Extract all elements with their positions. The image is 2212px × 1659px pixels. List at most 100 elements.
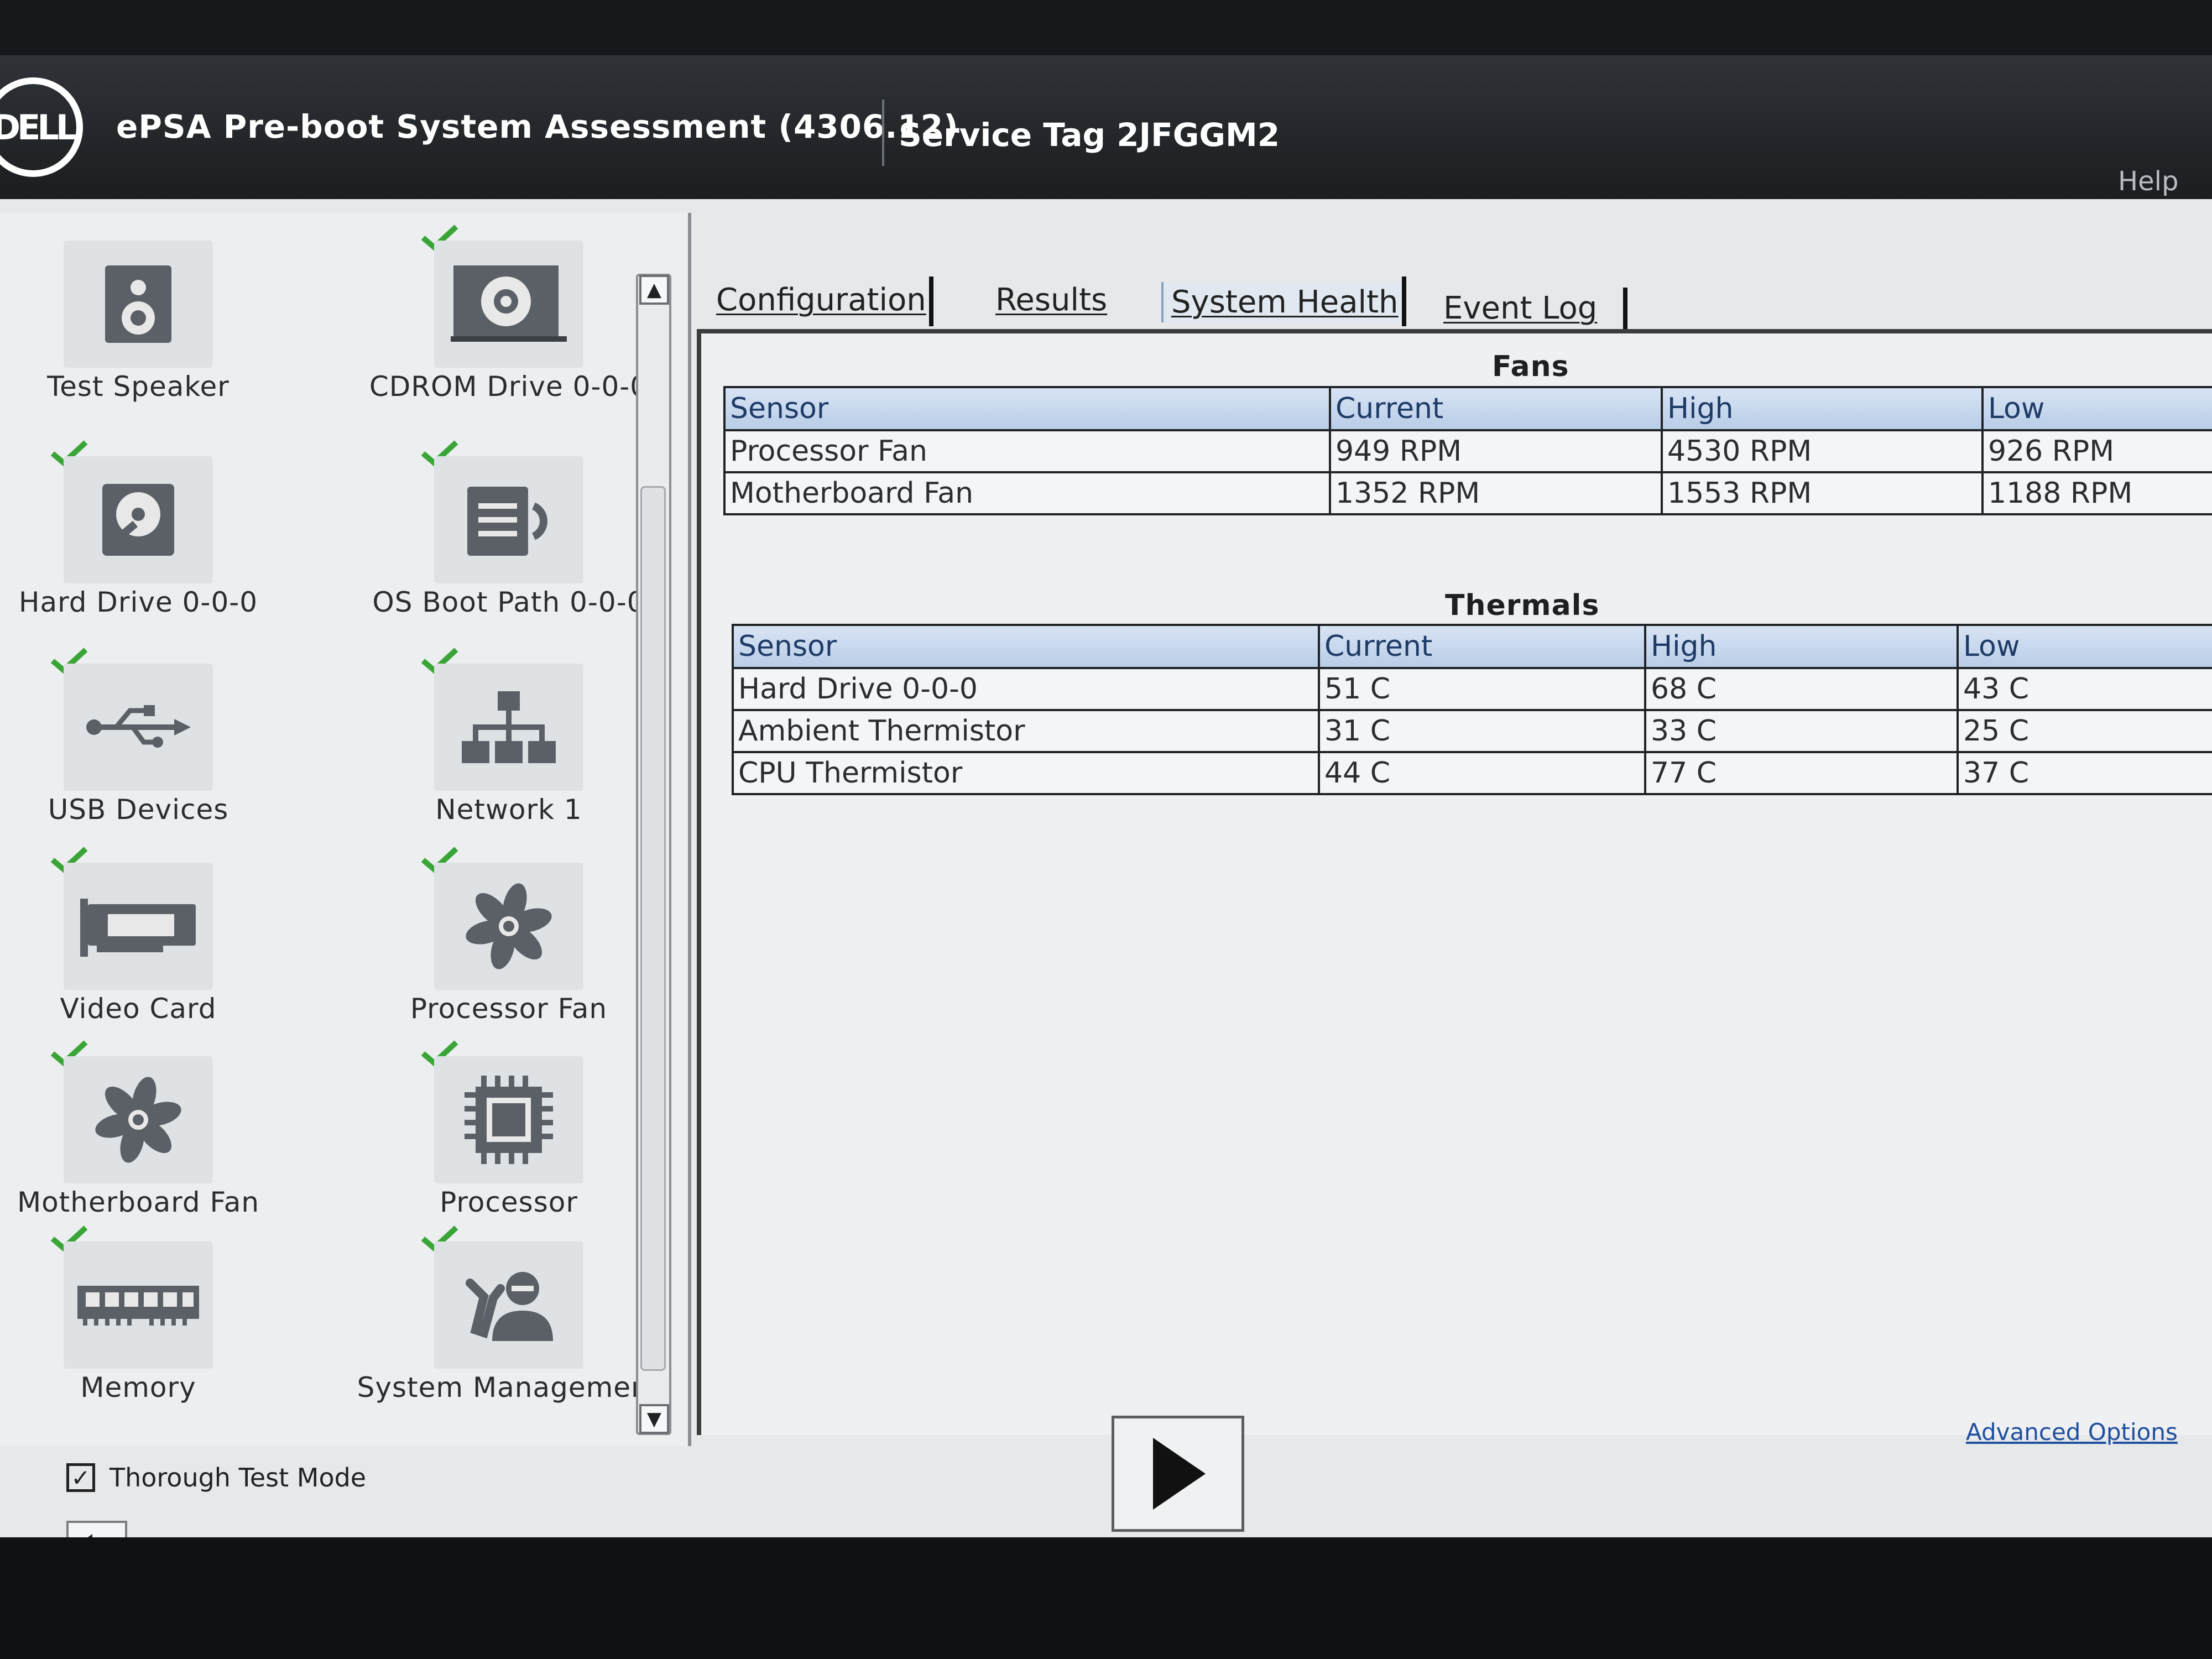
- table-row: Processor Fan 949 RPM 4530 RPM 926 RPM: [723, 429, 2212, 473]
- fans-table: Sensor Current High Low Processor Fan 94…: [723, 386, 2212, 515]
- device-test-speaker[interactable]: Test Speaker: [0, 224, 293, 406]
- device-hard-drive-0-0-0[interactable]: Hard Drive 0-0-0: [0, 440, 293, 622]
- memory-icon: [64, 1241, 213, 1369]
- app-header: DELL ePSA Pre-boot System Assessment (43…: [0, 55, 2212, 199]
- help-link[interactable]: Help: [2118, 166, 2178, 197]
- device-label: Video Card: [60, 993, 217, 1025]
- tab-results[interactable]: Results: [995, 282, 1107, 318]
- checkmark-icon: ✓: [71, 1464, 91, 1491]
- sensor-name: CPU Thermistor: [732, 751, 1320, 795]
- device-processor[interactable]: Processor: [354, 1040, 664, 1222]
- sensor-current: 1352 RPM: [1329, 471, 1663, 515]
- chevron-down-icon: ▼: [646, 1408, 662, 1430]
- chevron-up-icon: ▲: [646, 279, 662, 301]
- thermals-table: Sensor Current High Low Hard Drive 0-0-0…: [732, 624, 2212, 795]
- sensor-low: 25 C: [1957, 709, 2212, 753]
- device-cdrom-drive-0-0-0[interactable]: CDROM Drive 0-0-0: [354, 224, 664, 406]
- sensor-low: 926 RPM: [1981, 429, 2212, 473]
- fan-icon: [64, 1056, 213, 1183]
- tab-event-log[interactable]: Event Log: [1443, 290, 1597, 326]
- device-label: Hard Drive 0-0-0: [18, 586, 258, 618]
- fans-title: Fans: [1492, 350, 1569, 383]
- device-motherboard-fan[interactable]: Motherboard Fan: [0, 1040, 293, 1222]
- sensor-high: 4530 RPM: [1661, 429, 1984, 473]
- device-label: Motherboard Fan: [17, 1186, 260, 1218]
- thorough-test-mode[interactable]: ✓ Thorough Test Mode: [66, 1463, 366, 1493]
- speaker-icon: [64, 241, 213, 368]
- dell-logo: DELL: [0, 77, 83, 177]
- column-header: Sensor: [723, 386, 1331, 431]
- run-tests-button[interactable]: [1112, 1416, 1244, 1532]
- sensor-current: 51 C: [1318, 667, 1646, 711]
- tab-system-health[interactable]: System Health: [1161, 282, 1406, 322]
- column-header: High: [1644, 624, 1959, 669]
- arrow-left-icon: [87, 1534, 92, 1537]
- system-management-icon: [434, 1241, 583, 1369]
- table-row: CPU Thermistor 44 C 77 C 37 C: [732, 751, 2212, 795]
- scroll-up-button[interactable]: ▲: [639, 275, 669, 305]
- tab-separator: [1402, 276, 1406, 326]
- sensor-current: 44 C: [1318, 751, 1646, 795]
- hard-drive-icon: [64, 456, 213, 583]
- monitor-bezel: [0, 1537, 2212, 1659]
- device-label: CDROM Drive 0-0-0: [369, 371, 649, 403]
- sensor-current: 949 RPM: [1329, 429, 1663, 473]
- sensor-name: Hard Drive 0-0-0: [732, 667, 1320, 711]
- column-header: Low: [1957, 624, 2212, 669]
- fan-icon: [434, 863, 583, 990]
- scroll-down-button[interactable]: ▼: [639, 1404, 669, 1434]
- usb-icon: [64, 664, 213, 791]
- service-tag: Service Tag 2JFGGM2: [899, 116, 1280, 154]
- column-header: Current: [1318, 624, 1646, 669]
- device-video-card[interactable]: Video Card: [0, 846, 293, 1029]
- device-system-management[interactable]: System Management: [354, 1225, 664, 1407]
- logo-text: DELL: [0, 107, 77, 148]
- column-header: Current: [1329, 386, 1663, 431]
- table-row: Motherboard Fan 1352 RPM 1553 RPM 1188 R…: [723, 471, 2212, 515]
- sensor-name: Ambient Thermistor: [732, 709, 1320, 753]
- sensor-current: 31 C: [1318, 709, 1646, 753]
- device-os-boot-path-0-0-0[interactable]: OS Boot Path 0-0-0: [354, 440, 664, 622]
- device-label: Processor: [440, 1186, 578, 1218]
- device-label: System Management: [357, 1371, 661, 1404]
- video-card-icon: [64, 863, 213, 990]
- device-label: Test Speaker: [47, 371, 229, 403]
- device-label: Processor Fan: [410, 993, 608, 1025]
- tab-configuration[interactable]: Configuration: [716, 282, 926, 318]
- system-health-content: Fans Sensor Current High Low Processor F…: [697, 329, 2212, 1435]
- device-memory[interactable]: Memory: [0, 1225, 293, 1407]
- network-icon: [434, 664, 583, 791]
- play-icon: [1153, 1438, 1206, 1510]
- device-network-1[interactable]: Network 1: [354, 647, 664, 830]
- cdrom-icon: [434, 241, 583, 368]
- device-list-panel: Test Speaker CDROM Drive 0-0-0 Hard Drive …: [0, 213, 691, 1446]
- tab-bar: Configuration Results System Health Even…: [702, 221, 2212, 337]
- column-header: Low: [1981, 386, 2212, 431]
- device-processor-fan[interactable]: Processor Fan: [354, 846, 664, 1029]
- scroll-thumb[interactable]: [640, 486, 666, 1371]
- back-button[interactable]: [66, 1521, 127, 1537]
- column-header: High: [1661, 386, 1984, 431]
- table-row: Hard Drive 0-0-0 51 C 68 C 43 C: [732, 667, 2212, 711]
- device-list-scrollbar[interactable]: ▲ ▼: [636, 274, 671, 1435]
- sensor-low: 37 C: [1957, 751, 2212, 795]
- device-label: Network 1: [435, 794, 582, 826]
- device-label: USB Devices: [48, 794, 229, 826]
- device-usb-devices[interactable]: USB Devices: [0, 647, 293, 830]
- tab-separator: [929, 276, 933, 326]
- thorough-test-mode-label: Thorough Test Mode: [109, 1463, 367, 1493]
- boot-path-icon: [434, 456, 583, 583]
- processor-icon: [434, 1056, 583, 1183]
- device-label: OS Boot Path 0-0-0: [372, 586, 645, 618]
- sensor-high: 77 C: [1644, 751, 1959, 795]
- column-header: Sensor: [732, 624, 1320, 669]
- sensor-name: Motherboard Fan: [723, 471, 1331, 515]
- thermals-title: Thermals: [1445, 589, 1600, 622]
- sensor-low: 1188 RPM: [1981, 471, 2212, 515]
- sensor-high: 68 C: [1644, 667, 1959, 711]
- advanced-options-link[interactable]: Advanced Options: [1966, 1418, 2178, 1446]
- app-title: ePSA Pre-boot System Assessment (4306.12…: [116, 108, 959, 145]
- thorough-test-mode-checkbox[interactable]: ✓: [66, 1463, 95, 1492]
- sensor-high: 1553 RPM: [1661, 471, 1984, 515]
- sensor-high: 33 C: [1644, 709, 1959, 753]
